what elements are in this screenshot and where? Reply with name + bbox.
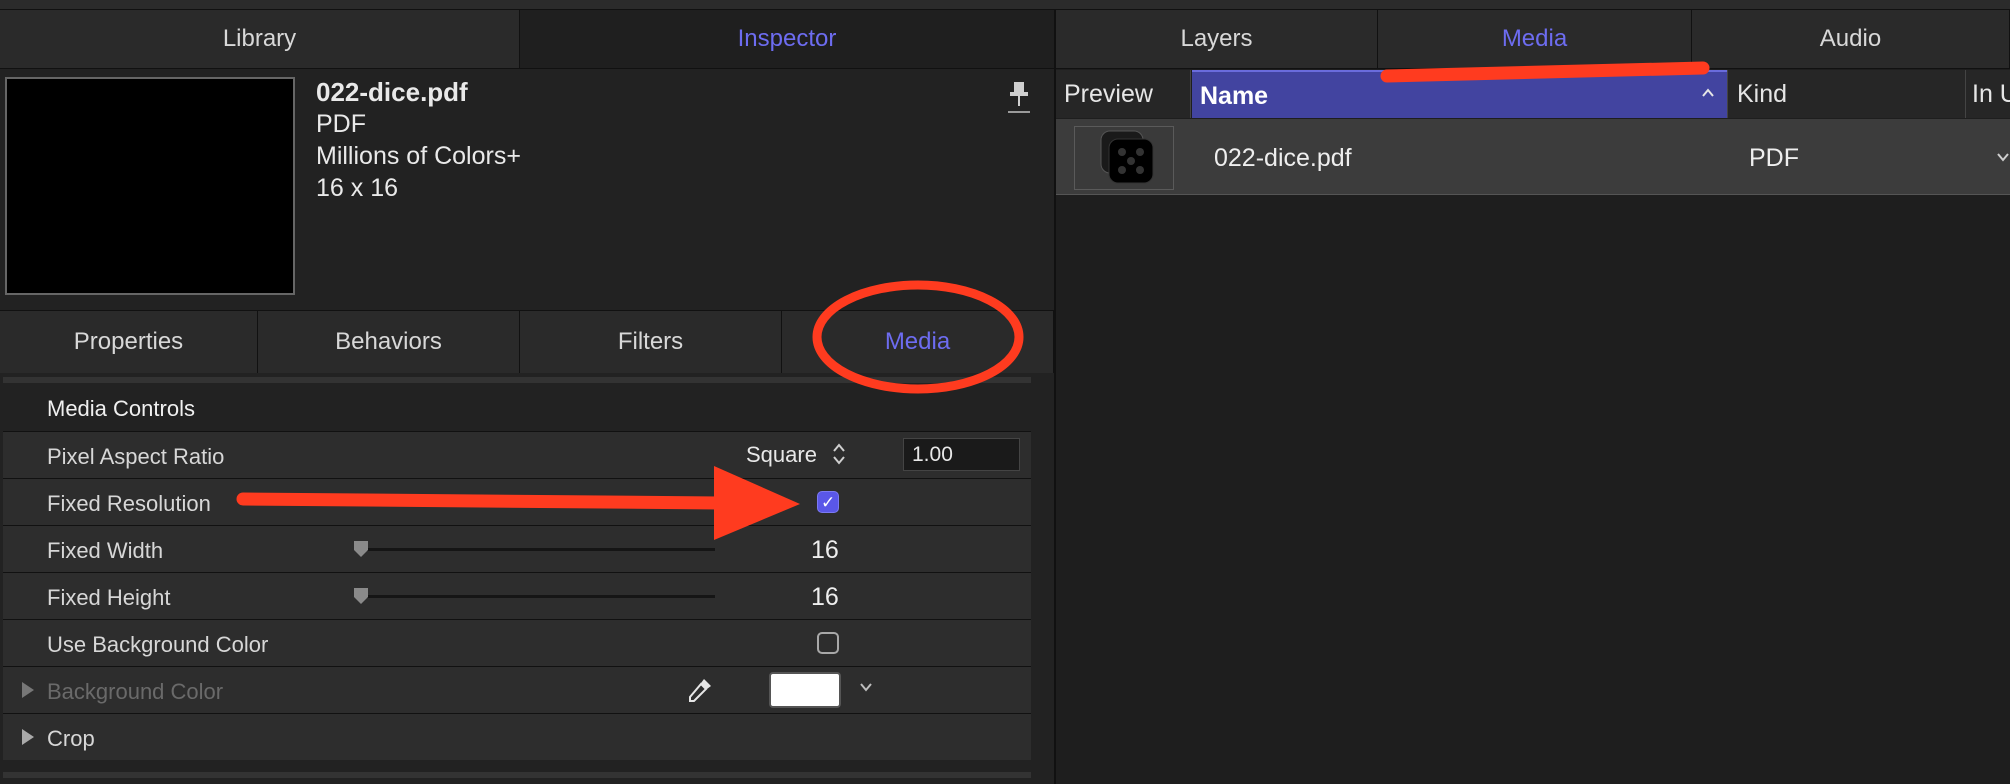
background-color-label: Background Color xyxy=(47,679,224,704)
use-background-color-label: Use Background Color xyxy=(47,632,269,657)
file-info: 022-dice.pdf PDF Millions of Colors+ 16 … xyxy=(316,76,521,204)
file-dimensions: 16 x 16 xyxy=(316,174,399,202)
fixed-height-row: Fixed Height 16 xyxy=(3,572,1031,619)
background-color-swatch[interactable] xyxy=(769,672,841,708)
crop-row: Crop xyxy=(3,713,1031,760)
slider-knob-icon[interactable] xyxy=(353,587,369,605)
media-item-name: 022-dice.pdf xyxy=(1214,144,1352,172)
pixel-aspect-ratio-row: Pixel Aspect Ratio Square 1.00 xyxy=(3,431,1031,478)
tab-properties[interactable]: Properties xyxy=(0,311,258,373)
fixed-width-slider[interactable] xyxy=(359,548,715,551)
fixed-height-slider[interactable] xyxy=(359,595,715,598)
media-controls-header: Media Controls xyxy=(3,384,1031,431)
fixed-width-value[interactable]: 16 xyxy=(811,536,839,565)
disclosure-triangle-icon[interactable] xyxy=(22,729,34,745)
column-header-kind[interactable]: Kind xyxy=(1727,70,1965,118)
pixel-aspect-ratio-label: Pixel Aspect Ratio xyxy=(47,444,225,469)
tab-media[interactable]: Media xyxy=(782,311,1054,373)
tab-behaviors[interactable]: Behaviors xyxy=(258,311,520,373)
tab-media-list[interactable]: Media xyxy=(1378,10,1692,69)
chevron-down-icon[interactable] xyxy=(1996,150,2010,164)
tab-library[interactable]: Library xyxy=(0,10,520,69)
tab-audio[interactable]: Audio xyxy=(1692,10,2010,69)
up-down-chevron-icon[interactable] xyxy=(831,441,847,467)
fixed-resolution-checkbox[interactable]: ✓ xyxy=(817,491,839,513)
table-row[interactable] xyxy=(1056,119,2010,195)
slider-knob-icon[interactable] xyxy=(353,540,369,558)
pixel-aspect-ratio-value[interactable]: 1.00 xyxy=(903,438,1020,471)
fixed-width-label: Fixed Width xyxy=(47,538,164,563)
checkmark-icon: ✓ xyxy=(821,493,836,512)
fixed-height-label: Fixed Height xyxy=(47,585,171,610)
fixed-resolution-row: Fixed Resolution ✓ xyxy=(3,478,1031,525)
pixel-aspect-ratio-select[interactable]: Square xyxy=(746,442,817,468)
media-item-kind: PDF xyxy=(1749,144,1799,172)
use-background-color-row: Use Background Color xyxy=(3,619,1031,666)
chevron-down-icon[interactable] xyxy=(858,679,874,695)
tab-filters[interactable]: Filters xyxy=(520,311,782,373)
tab-inspector[interactable]: Inspector xyxy=(520,10,1054,69)
section-top-bar xyxy=(3,377,1031,383)
use-background-color-checkbox[interactable] xyxy=(817,632,839,654)
file-preview-thumbnail xyxy=(5,77,295,295)
background-color-row: Background Color xyxy=(3,666,1031,713)
section-bottom-bar xyxy=(3,772,1031,778)
fixed-resolution-label: Fixed Resolution xyxy=(47,491,211,516)
column-header-name[interactable]: Name xyxy=(1192,70,1727,118)
crop-label: Crop xyxy=(47,726,95,751)
dice-thumbnail-icon xyxy=(1074,126,1174,190)
file-type: PDF xyxy=(316,110,366,138)
pin-icon[interactable] xyxy=(1006,80,1032,114)
fixed-width-row: Fixed Width 16 xyxy=(3,525,1031,572)
disclosure-triangle-icon[interactable] xyxy=(22,682,34,698)
file-color-depth: Millions of Colors+ xyxy=(316,142,521,170)
eyedropper-icon[interactable] xyxy=(685,675,715,705)
column-header-preview[interactable]: Preview xyxy=(1056,70,1191,118)
tab-layers[interactable]: Layers xyxy=(1056,10,1378,69)
fixed-height-value[interactable]: 16 xyxy=(811,583,839,612)
window-top-bar xyxy=(0,0,2010,10)
column-header-in-use[interactable]: In U xyxy=(1965,70,2010,118)
file-name: 022-dice.pdf xyxy=(316,77,468,107)
sort-ascending-icon[interactable] xyxy=(1700,86,1716,100)
section-title: Media Controls xyxy=(47,396,195,421)
